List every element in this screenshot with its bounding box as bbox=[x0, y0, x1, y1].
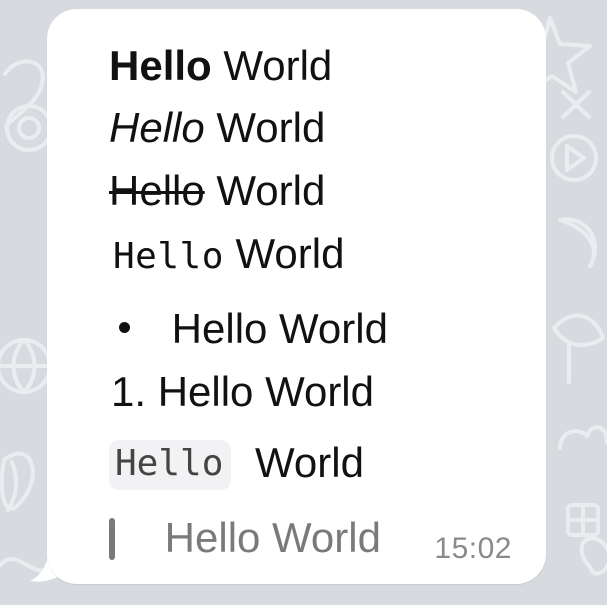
monospace-example-line: Hello World bbox=[113, 233, 344, 275]
plain-text: World bbox=[235, 230, 345, 277]
inline-code-text: Hello bbox=[109, 440, 232, 490]
quote-block: Hello World bbox=[109, 517, 381, 562]
plain-text: World bbox=[255, 439, 364, 486]
bullet-list-text: Hello World bbox=[171, 305, 388, 352]
bold-example-line: Hello World bbox=[109, 45, 332, 87]
plain-text: World bbox=[216, 104, 326, 151]
numbered-list-text: Hello World bbox=[157, 368, 374, 415]
quote-text: Hello World bbox=[164, 514, 381, 561]
quote-bar-icon bbox=[109, 517, 115, 560]
message-timestamp: 15:02 bbox=[434, 532, 512, 565]
message-bubble-body bbox=[47, 9, 546, 584]
numbered-list-marker: 1. bbox=[111, 368, 147, 415]
bold-text: Hello bbox=[109, 42, 212, 89]
plain-text: World bbox=[216, 167, 326, 214]
monospace-text: Hello bbox=[113, 236, 224, 277]
bullet-icon bbox=[119, 322, 130, 334]
italic-text: Hello bbox=[109, 104, 205, 151]
strikethrough-text: Hello bbox=[109, 167, 205, 214]
bullet-list-item: Hello World bbox=[119, 308, 388, 350]
italic-example-line: Hello World bbox=[109, 107, 325, 149]
inline-code-example-line: Hello World bbox=[109, 439, 364, 492]
strikethrough-example-line: Hello World bbox=[109, 170, 325, 212]
plain-text: World bbox=[223, 42, 333, 89]
message-bubble: Hello World Hello World Hello World Hell… bbox=[30, 9, 546, 584]
numbered-list-item: 1. Hello World bbox=[111, 371, 374, 413]
